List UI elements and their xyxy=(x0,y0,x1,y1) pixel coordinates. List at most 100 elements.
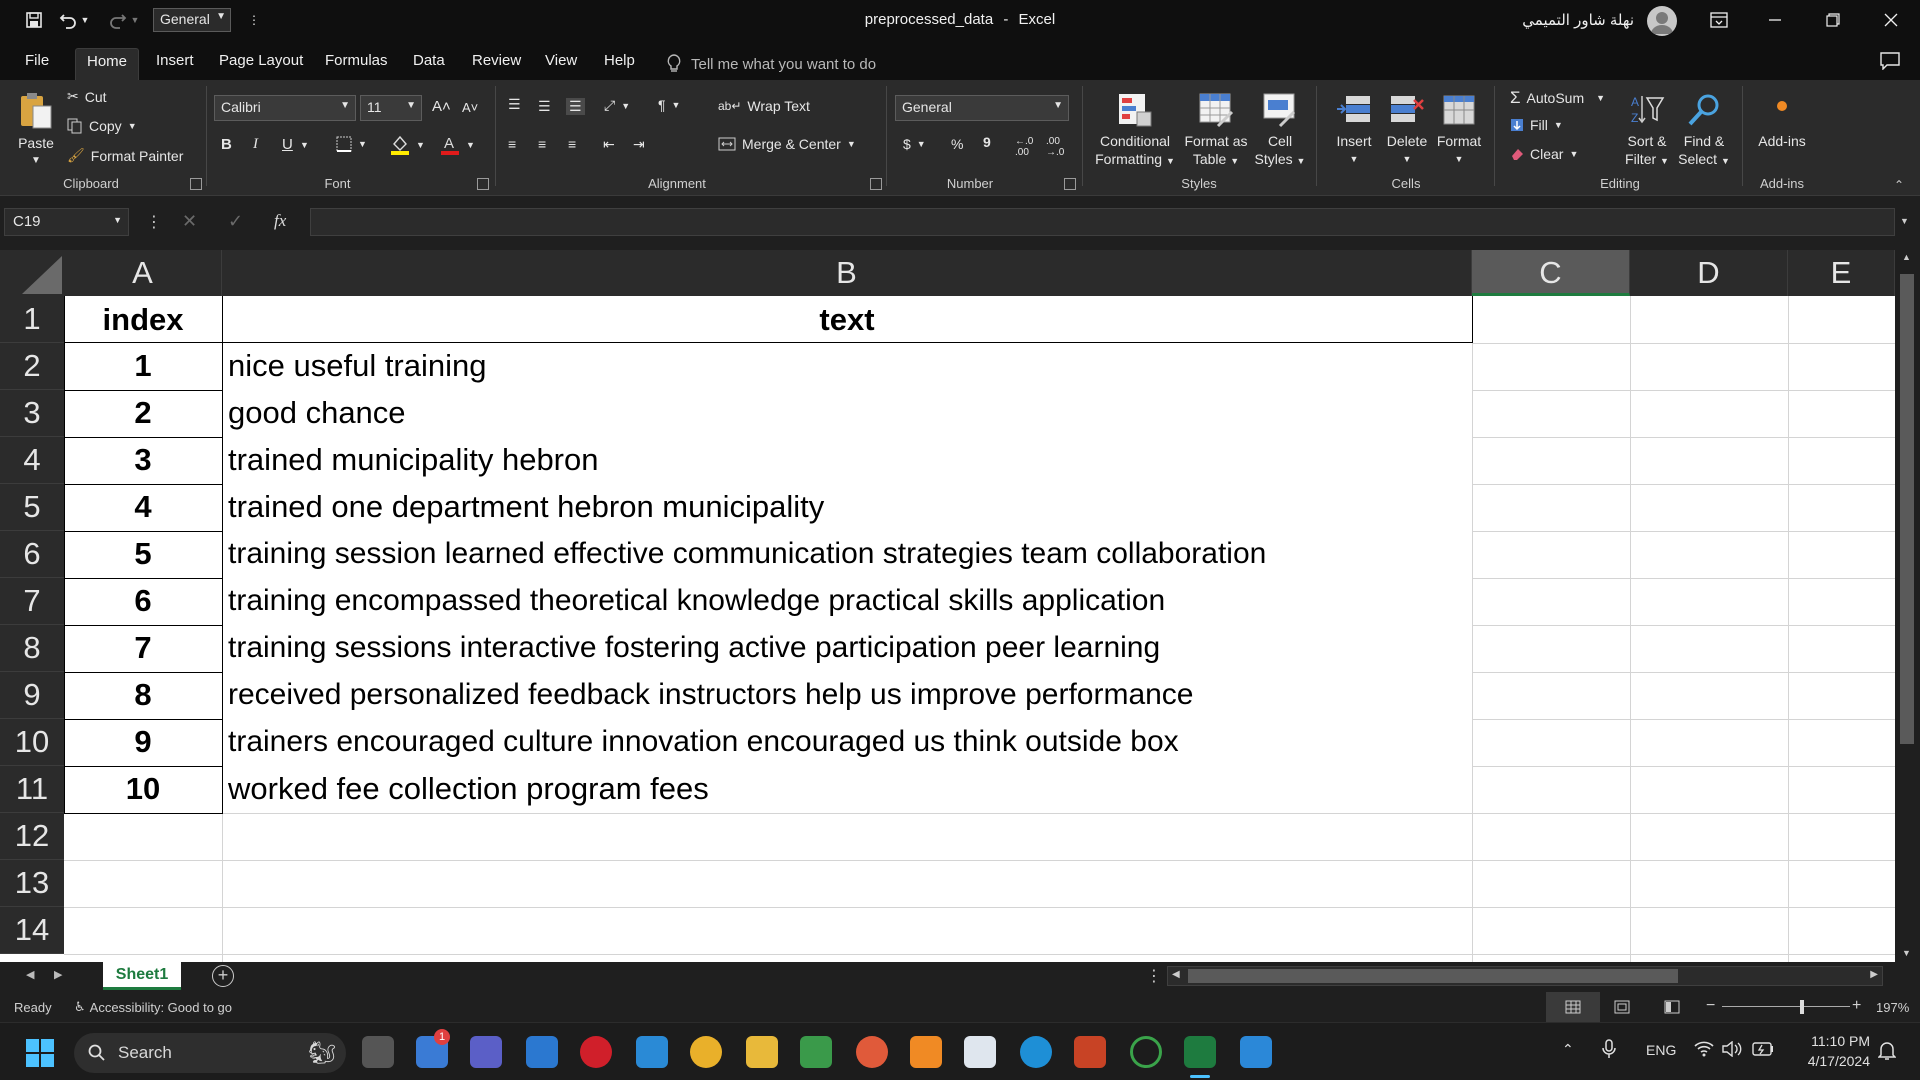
tab-page-layout[interactable]: Page Layout xyxy=(208,48,314,80)
store-icon[interactable] xyxy=(526,1036,558,1068)
tab-file[interactable]: File xyxy=(14,48,60,80)
photos-icon[interactable] xyxy=(1240,1036,1272,1068)
accounting-format-button[interactable]: $ ▼ xyxy=(903,136,926,152)
accessibility-status[interactable]: ♿ Accessibility: Good to go xyxy=(74,999,232,1015)
vertical-scroll-thumb[interactable] xyxy=(1900,274,1914,744)
close-icon[interactable] xyxy=(1868,0,1914,40)
increase-decimal-button[interactable]: ←.0.00 xyxy=(1015,136,1033,158)
row-header[interactable]: 3 xyxy=(0,390,64,437)
notifications-bell-icon[interactable] xyxy=(1878,1041,1896,1061)
scroll-down-icon[interactable]: ▼ xyxy=(1902,948,1911,958)
grow-font-button[interactable]: A˄ xyxy=(432,98,451,115)
cut-button[interactable]: ✂ Cut xyxy=(67,88,107,105)
decrease-decimal-button[interactable]: .00 →.0 xyxy=(1046,136,1064,158)
table-cell-index[interactable]: 4 xyxy=(64,484,222,530)
row-header[interactable]: 12 xyxy=(0,813,64,860)
windows-start-icon[interactable] xyxy=(26,1039,54,1067)
row-header[interactable]: 8 xyxy=(0,625,64,672)
column-header-a[interactable]: A xyxy=(64,250,222,296)
font-name-combo[interactable]: Calibri ▼ xyxy=(214,95,356,121)
format-as-table-button[interactable]: Format as Table ▼ xyxy=(1180,92,1252,170)
orientation-button[interactable]: ⤢ ▼ xyxy=(604,97,630,114)
text-direction-button[interactable]: ¶ ▼ xyxy=(658,97,680,113)
tab-view[interactable]: View xyxy=(534,48,588,80)
table-cell-text[interactable]: trained municipality hebron xyxy=(228,437,599,483)
font-launcher-icon[interactable] xyxy=(477,178,489,190)
customize-toolbar-icon[interactable]: ⋮ xyxy=(240,8,268,32)
vertical-scrollbar[interactable]: ▲ ▼ xyxy=(1895,250,1920,962)
cell-a1[interactable]: index xyxy=(64,297,222,343)
restore-icon[interactable] xyxy=(1810,0,1856,40)
zoom-out-icon[interactable]: − xyxy=(1706,997,1715,1015)
row-header[interactable]: 1 xyxy=(0,296,64,343)
minimize-icon[interactable] xyxy=(1752,0,1798,40)
insert-cells-button[interactable]: Insert ▼ xyxy=(1328,92,1380,168)
task-view-icon[interactable] xyxy=(362,1036,394,1068)
clock[interactable]: 11:10 PM 4/17/2024 xyxy=(1790,1031,1870,1071)
row-header[interactable]: 4 xyxy=(0,437,64,484)
horizontal-scroll-thumb[interactable] xyxy=(1188,969,1678,983)
table-cell-index[interactable]: 1 xyxy=(64,343,222,389)
excel-icon[interactable] xyxy=(1184,1036,1216,1068)
table-cell-index[interactable]: 8 xyxy=(64,672,222,718)
chrome-profile-icon[interactable] xyxy=(856,1036,888,1068)
tab-insert[interactable]: Insert xyxy=(145,48,205,80)
horizontal-scrollbar[interactable]: ◀ ▶ xyxy=(1167,966,1883,986)
previous-sheet-icon[interactable]: ◀ xyxy=(26,968,34,981)
increase-indent-button[interactable]: ⇥ xyxy=(633,136,645,153)
table-cell-text[interactable]: received personalized feedback instructo… xyxy=(228,672,1194,718)
green-app-icon[interactable] xyxy=(1130,1036,1162,1068)
quick-style-combo[interactable]: General ▼ xyxy=(153,8,231,32)
tab-review[interactable]: Review xyxy=(461,48,532,80)
row-header[interactable]: 13 xyxy=(0,860,64,907)
align-center-button[interactable]: ≡ xyxy=(538,136,546,152)
table-cell-index[interactable]: 10 xyxy=(64,766,222,812)
table-cell-index[interactable]: 5 xyxy=(64,531,222,577)
name-box[interactable]: C19 ▼ xyxy=(4,208,129,236)
merge-center-button[interactable]: Merge & Center ▼ xyxy=(718,136,856,152)
find-select-button[interactable]: Find & Select ▼ xyxy=(1676,92,1732,170)
scroll-left-icon[interactable]: ◀ xyxy=(1172,969,1180,980)
table-cell-text[interactable]: nice useful training xyxy=(228,343,487,389)
row-header[interactable]: 5 xyxy=(0,484,64,531)
number-launcher-icon[interactable] xyxy=(1064,178,1076,190)
wifi-icon[interactable] xyxy=(1694,1041,1714,1057)
sort-filter-button[interactable]: AZ Sort & Filter ▼ xyxy=(1620,92,1674,170)
underline-button[interactable]: U xyxy=(282,136,293,153)
column-header-e[interactable]: E xyxy=(1788,250,1895,296)
wrap-text-button[interactable]: ab↵ Wrap Text xyxy=(718,98,810,114)
row-header[interactable]: 6 xyxy=(0,531,64,578)
add-ins-button[interactable]: Add-ins xyxy=(1752,92,1812,150)
formula-input[interactable] xyxy=(310,208,1895,236)
row-header[interactable]: 7 xyxy=(0,578,64,625)
comma-style-button[interactable]: 9 xyxy=(983,134,991,150)
tab-data[interactable]: Data xyxy=(402,48,456,80)
row-header[interactable]: 9 xyxy=(0,672,64,719)
alignment-launcher-icon[interactable] xyxy=(870,178,882,190)
table-cell-index[interactable]: 3 xyxy=(64,437,222,483)
zoom-level[interactable]: 197% xyxy=(1876,1000,1909,1015)
microphone-icon[interactable] xyxy=(1602,1039,1616,1059)
cell-b1[interactable]: text xyxy=(222,297,1472,343)
tab-formulas[interactable]: Formulas xyxy=(314,48,399,80)
ribbon-display-options-icon[interactable] xyxy=(1696,0,1742,40)
page-layout-view-button[interactable] xyxy=(1614,1000,1630,1014)
font-size-combo[interactable]: 11 ▼ xyxy=(360,95,422,121)
user-name[interactable]: نهلة شاور التميمي xyxy=(1522,11,1634,29)
column-header-d[interactable]: D xyxy=(1630,250,1788,296)
pdf-icon[interactable] xyxy=(910,1036,942,1068)
sheet-tab-sheet1[interactable]: Sheet1 xyxy=(103,962,181,990)
snipping-tool-icon[interactable] xyxy=(964,1036,996,1068)
percent-style-button[interactable]: % xyxy=(951,136,963,152)
paste-button[interactable]: Paste ▼ xyxy=(14,90,58,170)
language-indicator[interactable]: ENG xyxy=(1646,1042,1676,1058)
avatar[interactable] xyxy=(1647,6,1677,36)
middle-align-button[interactable]: ☰ xyxy=(538,98,551,115)
autosum-button[interactable]: Σ AutoSum ▼ xyxy=(1510,88,1605,108)
table-cell-text[interactable]: worked fee collection program fees xyxy=(228,766,709,812)
table-cell-text[interactable]: training encompassed theoretical knowled… xyxy=(228,578,1165,624)
borders-button[interactable]: ▼ xyxy=(336,136,367,152)
table-cell-index[interactable]: 7 xyxy=(64,625,222,671)
bold-button[interactable]: B xyxy=(221,136,232,153)
show-hidden-icons-icon[interactable]: ⌃ xyxy=(1562,1041,1574,1058)
